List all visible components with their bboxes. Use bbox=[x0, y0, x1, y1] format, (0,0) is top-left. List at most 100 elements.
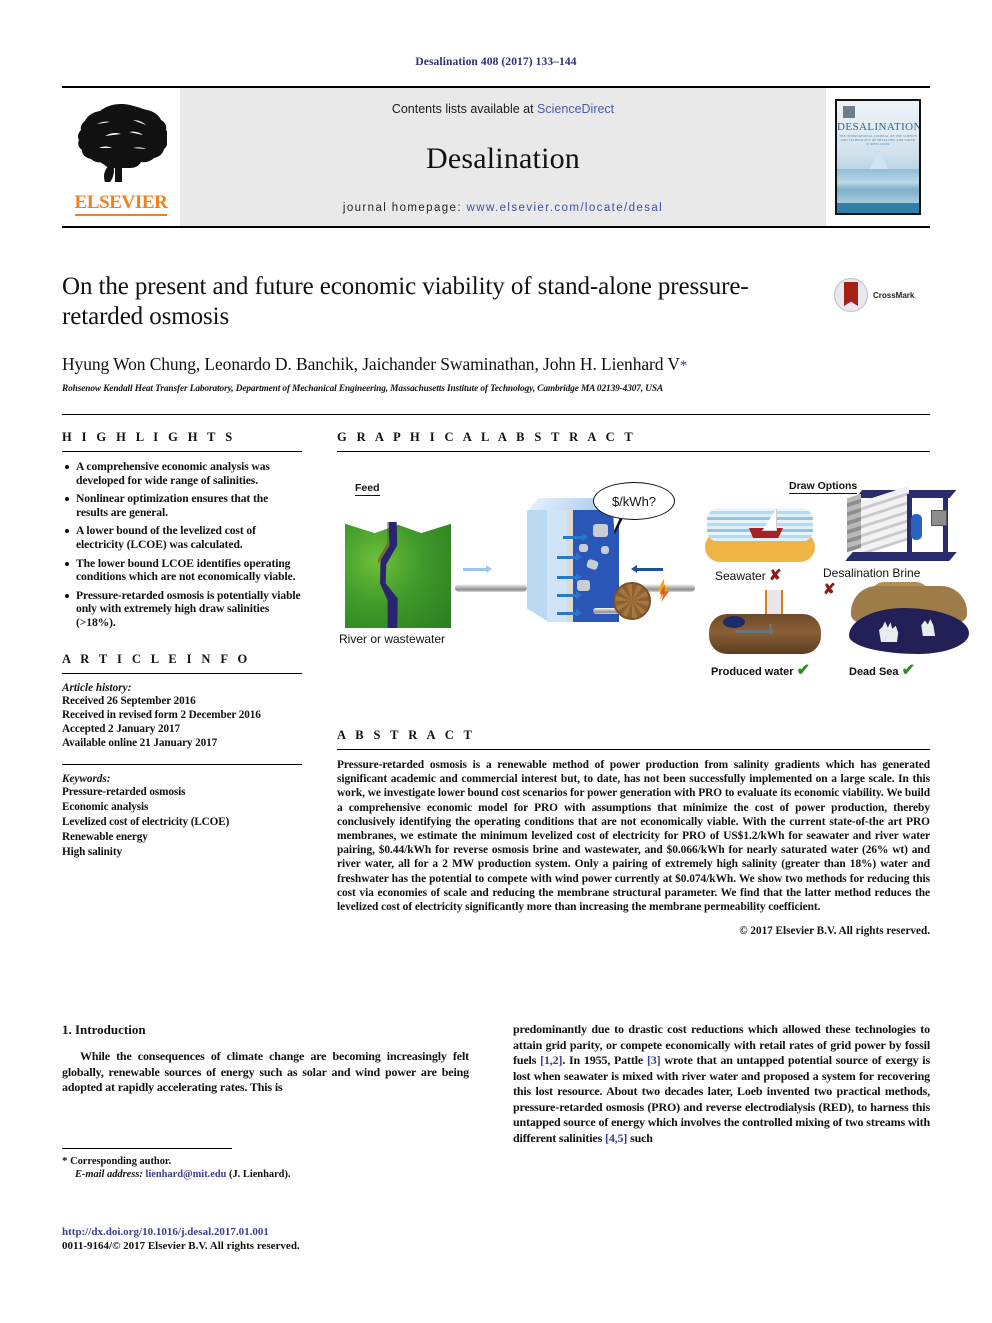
x-mark-icon: ✘ bbox=[823, 581, 836, 598]
sciencedirect-link[interactable]: ScienceDirect bbox=[537, 102, 614, 116]
water-flux-arrow-icon bbox=[557, 573, 582, 581]
email-owner: (J. Lienhard). bbox=[229, 1169, 291, 1180]
option-label-seawater: Seawater ✘ bbox=[715, 566, 782, 584]
keyword-item: Economic analysis bbox=[62, 800, 149, 813]
intro-lead-text: While the consequences of climate change… bbox=[62, 1049, 469, 1094]
ro-vessel-endcaps bbox=[847, 493, 861, 553]
footer-block: http://dx.doi.org/10.1016/j.desal.2017.0… bbox=[62, 1225, 482, 1253]
corresponding-author-note: Corresponding author. bbox=[70, 1156, 172, 1167]
title-block: On the present and future economic viabi… bbox=[62, 272, 930, 394]
draw-return-arrow-icon bbox=[631, 565, 663, 573]
salt-crystal-icon bbox=[579, 544, 588, 552]
left-column: H I G H L I G H T S A comprehensive econ… bbox=[62, 430, 302, 860]
membrane-module-illustration bbox=[527, 498, 630, 622]
footnote-line-2: E-mail address: lienhard@mit.edu (J. Lie… bbox=[62, 1168, 472, 1181]
list-item: A comprehensive economic analysis was de… bbox=[65, 460, 302, 487]
highlights-heading: H I G H L I G H T S bbox=[62, 430, 236, 444]
author-list: Hyung Won Chung, Leonardo D. Banchik, Ja… bbox=[62, 354, 930, 375]
intro-right-part2: . In 1955, Pattle bbox=[562, 1053, 647, 1067]
history-item: Received 26 September 2016 bbox=[62, 694, 196, 707]
feed-flow-arrow-icon bbox=[463, 565, 492, 573]
keyword-item: Renewable energy bbox=[62, 830, 148, 843]
section-heading-introduction: 1. Introduction bbox=[62, 1022, 146, 1037]
issn-copyright-line: 0011-9164/© 2017 Elsevier B.V. All right… bbox=[62, 1240, 300, 1252]
paper-page: Desalination 408 (2017) 133–144 ELSEVIER bbox=[0, 0, 992, 1323]
rack-control-box-icon bbox=[931, 510, 947, 526]
abstract-rule bbox=[337, 749, 930, 750]
option-name: Desalination Brine bbox=[823, 566, 921, 580]
email-link[interactable]: lienhard@mit.edu bbox=[145, 1169, 226, 1180]
title-bottom-rule bbox=[62, 414, 930, 415]
list-item: Pressure-retarded osmosis is potentially… bbox=[65, 588, 301, 629]
history-item: Received in revised form 2 December 2016 bbox=[62, 708, 261, 721]
running-head: Desalination 408 (2017) 133–144 bbox=[415, 56, 577, 68]
journal-masthead: ELSEVIER Contents lists available at Sci… bbox=[62, 86, 930, 228]
cover-sea-image bbox=[837, 169, 919, 203]
article-info-heading: A R T I C L E I N F O bbox=[62, 651, 251, 666]
masthead-center: Contents lists available at ScienceDirec… bbox=[180, 88, 826, 226]
email-label: E-mail address: bbox=[75, 1169, 143, 1180]
citation-ref[interactable]: [4,5] bbox=[605, 1131, 627, 1145]
doi-link[interactable]: http://dx.doi.org/10.1016/j.desal.2017.0… bbox=[62, 1225, 482, 1239]
history-item: Accepted 2 January 2017 bbox=[62, 722, 180, 735]
produced-water-illustration bbox=[709, 590, 821, 654]
crossmark-label: CrossMark bbox=[873, 290, 915, 300]
highlights-section: H I G H L I G H T S A comprehensive econ… bbox=[62, 430, 302, 630]
option-name: Dead Sea bbox=[849, 666, 899, 678]
masthead-bottom-rule bbox=[62, 226, 930, 228]
elsevier-wordmark: ELSEVIER bbox=[74, 192, 168, 213]
option-label-dead-sea: Dead Sea ✔ bbox=[849, 660, 915, 680]
highlights-rule bbox=[62, 451, 302, 452]
footnote-star-marker: * bbox=[62, 1155, 68, 1167]
intro-paragraph-right: predominantly due to drastic cost reduct… bbox=[513, 1022, 930, 1146]
option-name: Produced water bbox=[711, 666, 794, 678]
elsevier-logo: ELSEVIER bbox=[62, 88, 180, 226]
list-item: The lower bound LCOE identifies operatin… bbox=[65, 557, 302, 584]
keywords-rule bbox=[62, 763, 302, 765]
footnote-line-1: * Corresponding author. bbox=[62, 1155, 472, 1168]
list-item: A lower bound of the levelized cost of e… bbox=[65, 524, 302, 551]
journal-title: Desalination bbox=[425, 142, 581, 175]
journal-cover-thumbnail: DESALINATION THE INTERNATIONAL JOURNAL O… bbox=[826, 88, 930, 226]
journal-homepage-url[interactable]: www.elsevier.com/locate/desal bbox=[467, 202, 664, 214]
salt-crystal-icon bbox=[601, 546, 609, 554]
feed-caption: River or wastewater bbox=[339, 632, 446, 646]
river-illustration bbox=[345, 516, 451, 628]
dead-sea-water bbox=[849, 608, 969, 654]
option-name: Seawater bbox=[715, 569, 766, 583]
water-flux-arrow-icon bbox=[557, 591, 582, 599]
check-mark-icon: ✔ bbox=[901, 662, 915, 679]
x-mark-icon: ✘ bbox=[769, 567, 782, 584]
article-info-section: A R T I C L E I N F O Article history: R… bbox=[62, 652, 302, 860]
salt-crystal-icon bbox=[577, 580, 590, 591]
footnote-rule bbox=[62, 1148, 232, 1149]
cover-title: DESALINATION bbox=[837, 121, 921, 133]
oil-pool bbox=[723, 616, 745, 628]
river-water bbox=[380, 522, 398, 628]
body-right-column: predominantly due to drastic cost reduct… bbox=[513, 1022, 930, 1146]
page-title: On the present and future economic viabi… bbox=[62, 273, 749, 330]
water-flux-arrow-icon bbox=[563, 533, 588, 541]
citation-ref[interactable]: [1,2] bbox=[540, 1053, 562, 1067]
citation-ref[interactable]: [3] bbox=[647, 1053, 661, 1067]
option-label-produced-water: Produced water ✔ bbox=[711, 660, 810, 680]
abstract-section: A B S T R A C T Pressure-retarded osmosi… bbox=[337, 728, 930, 937]
right-column: G R A P H I C A L A B S T R A C T Feed R… bbox=[337, 430, 969, 937]
turbine-wheel-icon bbox=[613, 582, 651, 620]
article-history-label: Article history: bbox=[62, 681, 132, 694]
cost-question-bubble: $/kWh? bbox=[593, 482, 675, 520]
water-flux-arrow-icon bbox=[557, 609, 582, 617]
crossmark-badge[interactable]: CrossMark bbox=[834, 278, 930, 312]
graphical-abstract-section: G R A P H I C A L A B S T R A C T Feed R… bbox=[337, 430, 969, 712]
highlights-list: A comprehensive economic analysis was de… bbox=[62, 460, 302, 630]
graphical-abstract-figure: Feed River or wastewater $/kWh? Draw Opt… bbox=[337, 460, 969, 712]
oil-pipe-riser-icon bbox=[769, 624, 772, 634]
journal-homepage-line: journal homepage: www.elsevier.com/locat… bbox=[343, 202, 663, 214]
elsevier-underline bbox=[75, 214, 167, 216]
list-item: Nonlinear optimization ensures that the … bbox=[65, 492, 302, 519]
cover-bottom-band bbox=[837, 203, 919, 213]
graphical-abstract-rule bbox=[337, 451, 930, 452]
intro-paragraph-left: While the consequences of climate change… bbox=[62, 1049, 469, 1096]
rack-base bbox=[845, 552, 957, 561]
keyword-item: Levelized cost of electricity (LCOE) bbox=[62, 815, 230, 828]
